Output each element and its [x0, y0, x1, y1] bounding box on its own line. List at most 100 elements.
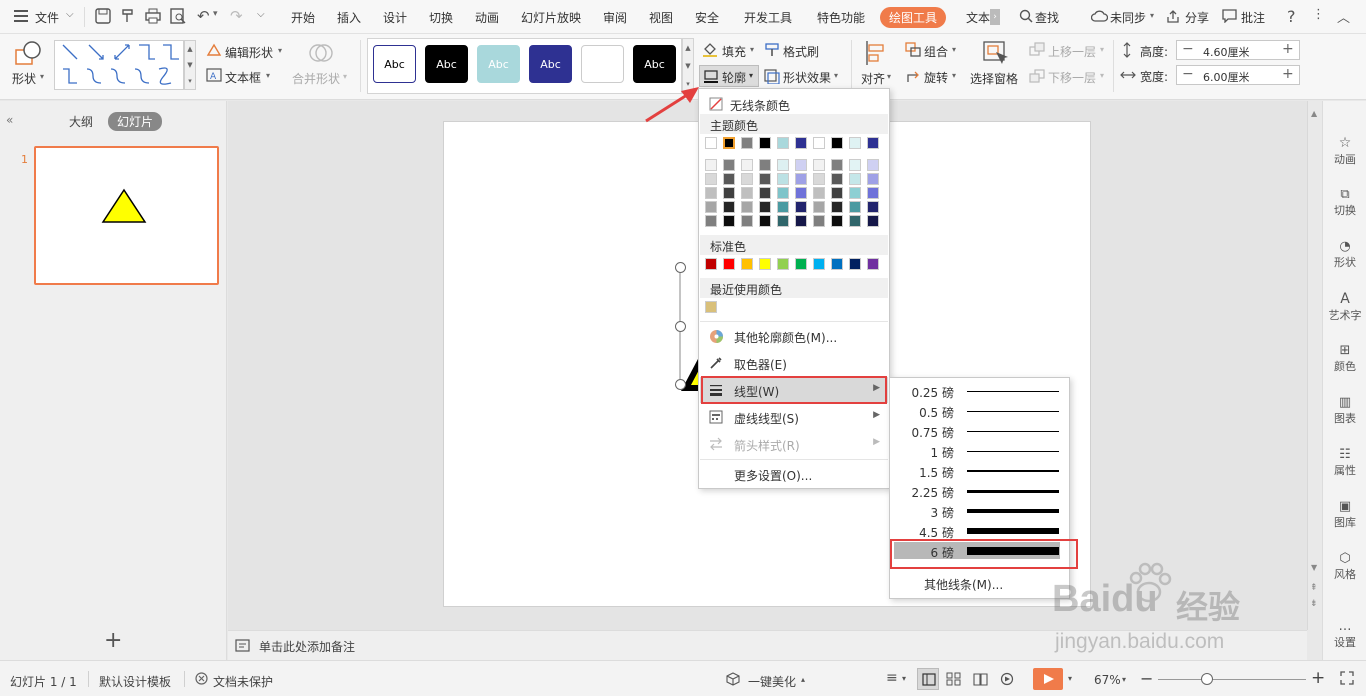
file-menu[interactable]: 文件	[35, 9, 59, 26]
slide-sorter-icon[interactable]	[946, 672, 961, 689]
standard-color-swatch[interactable]	[813, 258, 825, 270]
theme-shade-swatch[interactable]	[759, 159, 771, 171]
standard-color-swatch[interactable]	[705, 258, 717, 270]
line-shapes-gallery[interactable]	[54, 40, 184, 90]
theme-shade-swatch[interactable]	[777, 173, 789, 185]
format-brush-icon[interactable]	[764, 42, 780, 60]
rotate-dropdown-icon[interactable]: ▾	[952, 71, 956, 80]
play-dropdown-icon[interactable]: ▾	[1068, 674, 1072, 683]
tab-animation[interactable]: 动画	[475, 9, 499, 26]
theme-shade-swatch[interactable]	[741, 173, 753, 185]
color-pane-button[interactable]: ⊞ 颜色	[1323, 343, 1366, 374]
animation-pane-button[interactable]: ☆ 动画	[1323, 135, 1366, 167]
standard-color-swatch[interactable]	[849, 258, 861, 270]
comment-icon[interactable]	[1222, 9, 1237, 26]
fill-button[interactable]: 填充	[722, 43, 746, 60]
sync-dropdown-icon[interactable]: ▾	[1150, 11, 1154, 20]
more-settings-option[interactable]: 更多设置(O)...	[700, 461, 888, 487]
add-slide-button[interactable]: +	[104, 630, 122, 652]
zoom-in-button[interactable]: +	[1311, 668, 1325, 688]
zoom-slider-track[interactable]	[1158, 679, 1306, 680]
theme-shade-swatch[interactable]	[741, 159, 753, 171]
tab-slideshow[interactable]: 幻灯片放映	[521, 9, 581, 26]
theme-shade-swatch[interactable]	[795, 187, 807, 199]
width-increase-button[interactable]: +	[1282, 66, 1294, 82]
theme-shade-swatch[interactable]	[867, 215, 879, 227]
format-brush-button[interactable]: 格式刷	[783, 43, 819, 60]
line-weight-option[interactable]: 2.25 磅	[890, 481, 1071, 501]
shape-effect-icon[interactable]	[764, 69, 780, 87]
edit-shape-icon[interactable]	[206, 43, 222, 60]
shape-style-5[interactable]: Abc	[581, 45, 624, 83]
tab-text[interactable]: 文本	[966, 9, 990, 26]
tab-drawing-tools[interactable]: 绘图工具	[880, 7, 947, 28]
line-weight-option[interactable]: 0.5 磅	[890, 401, 1071, 421]
shape-style-4[interactable]: Abc	[529, 45, 572, 83]
theme-shade-swatch[interactable]	[759, 215, 771, 227]
next-slide-icon[interactable]: ⇟	[1310, 599, 1318, 609]
vertical-scrollbar[interactable]: ▲ ▼ ⇞ ⇟	[1307, 101, 1322, 630]
theme-shade-swatch[interactable]	[813, 173, 825, 185]
search-button[interactable]: 查找	[1035, 9, 1059, 26]
presenter-view-icon[interactable]	[1000, 672, 1015, 689]
standard-color-swatch[interactable]	[867, 258, 879, 270]
shape-style-2[interactable]: Abc	[425, 45, 468, 83]
theme-shade-swatch[interactable]	[813, 215, 825, 227]
undo-icon[interactable]: ↶	[197, 7, 210, 25]
rotate-button[interactable]: 旋转	[924, 69, 948, 86]
textbox-button[interactable]: 文本框	[225, 69, 261, 86]
scroll-down-icon[interactable]: ▼	[1311, 563, 1317, 572]
group-dropdown-icon[interactable]: ▾	[952, 45, 956, 54]
selection-pane-icon[interactable]	[982, 40, 1008, 69]
protection-status[interactable]: 文档未保护	[213, 673, 273, 690]
theme-shade-swatch[interactable]	[813, 201, 825, 213]
share-icon[interactable]	[1166, 9, 1180, 26]
textbox-icon[interactable]: A	[206, 68, 222, 85]
theme-shade-swatch[interactable]	[777, 201, 789, 213]
theme-shade-swatch[interactable]	[849, 215, 861, 227]
properties-pane-button[interactable]: ☷ 属性	[1323, 447, 1366, 478]
theme-shade-swatch[interactable]	[831, 215, 843, 227]
theme-shade-swatch[interactable]	[723, 201, 735, 213]
beautify-button[interactable]: 一键美化	[748, 673, 796, 690]
line-weight-option[interactable]: 0.75 磅	[890, 421, 1071, 441]
gallery-pane-button[interactable]: ▣ 图库	[1323, 499, 1366, 530]
hamburger-menu-icon[interactable]	[14, 10, 28, 25]
theme-shade-swatch[interactable]	[831, 159, 843, 171]
theme-color-swatch[interactable]	[777, 137, 789, 149]
width-decrease-button[interactable]: −	[1182, 66, 1194, 82]
theme-shade-swatch[interactable]	[723, 159, 735, 171]
format-painter-icon[interactable]	[120, 8, 136, 27]
standard-color-swatch[interactable]	[759, 258, 771, 270]
collapse-ribbon-icon[interactable]: ︿	[1337, 7, 1350, 26]
theme-shade-swatch[interactable]	[723, 173, 735, 185]
line-weight-option[interactable]: 1 磅	[890, 441, 1071, 461]
align-icon[interactable]	[864, 40, 888, 69]
tab-outline[interactable]: 大纲	[69, 113, 93, 130]
standard-color-swatch[interactable]	[741, 258, 753, 270]
group-icon[interactable]	[905, 42, 921, 60]
settings-pane-button[interactable]: … 设置	[1323, 619, 1366, 650]
height-value[interactable]: 4.60厘米	[1203, 44, 1250, 60]
shape-button-label[interactable]: 形状	[12, 70, 36, 87]
reading-view-icon[interactable]	[973, 672, 988, 689]
theme-shade-swatch[interactable]	[759, 173, 771, 185]
outline-dropdown-icon[interactable]: ▾	[749, 71, 753, 80]
shape-style-3[interactable]: Abc	[477, 45, 520, 83]
theme-color-swatch[interactable]	[705, 137, 717, 149]
shape-dropdown-icon[interactable]: ▾	[40, 72, 44, 81]
theme-shade-swatch[interactable]	[777, 215, 789, 227]
standard-color-swatch[interactable]	[777, 258, 789, 270]
resize-handle[interactable]	[675, 321, 686, 332]
standard-color-swatch[interactable]	[795, 258, 807, 270]
cloud-sync-icon[interactable]	[1090, 9, 1109, 25]
theme-shade-swatch[interactable]	[777, 187, 789, 199]
shape-effect-dropdown-icon[interactable]: ▾	[834, 71, 838, 80]
theme-shade-swatch[interactable]	[795, 173, 807, 185]
theme-shade-swatch[interactable]	[831, 201, 843, 213]
dash-style-option[interactable]: 虚线线型(S) ▶	[700, 404, 888, 430]
zoom-slider-thumb[interactable]	[1201, 673, 1213, 685]
beautify-dropdown-icon[interactable]: ▴	[801, 675, 805, 684]
theme-shade-swatch[interactable]	[723, 215, 735, 227]
tab-special-features[interactable]: 特色功能	[817, 9, 865, 26]
